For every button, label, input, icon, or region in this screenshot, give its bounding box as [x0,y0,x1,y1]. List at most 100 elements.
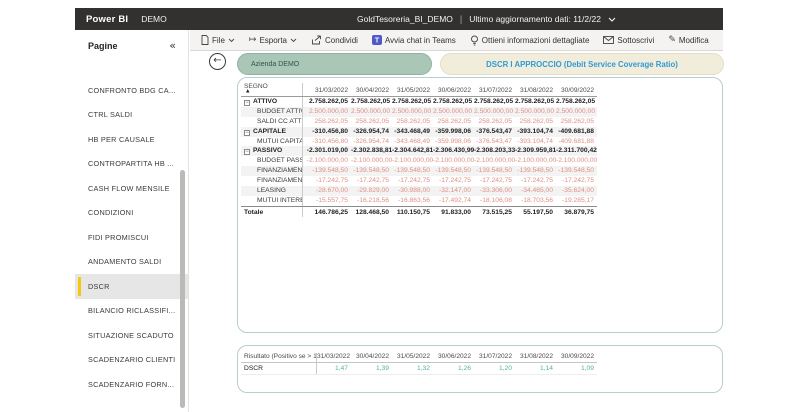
table-corner-header[interactable]: Risultato (Positivo se > 1) [241,353,317,362]
edit-button[interactable]: ✎ Modifica [661,30,715,50]
row-label-text: BUDGET ATTIVI [257,107,303,115]
row-label: − PASSIVO [241,146,303,157]
table-body: DSCR 1,47 1,39 1,32 1,26 1,20 1,14 1,09 [241,363,597,375]
cell-value: 1,26 [457,365,471,372]
workspace-name[interactable]: DEMO [141,14,167,24]
row-label: Totale [241,206,303,218]
column-header-date[interactable]: 31/08/2022 [515,87,556,96]
column-header-date[interactable]: 30/09/2022 [556,87,597,96]
column-header-date[interactable]: 31/05/2022 [392,353,433,362]
sidebar-item-fidi-promiscui[interactable]: FIDI PROMISCUI [75,225,188,250]
export-menu-button[interactable]: ↦ Esporta [242,30,304,50]
sidebar-item-condizioni[interactable]: CONDIZIONI [75,201,188,226]
column-header-date[interactable]: 30/06/2022 [433,353,474,362]
sidebar-item-scadenzario-forn[interactable]: SCADENZARIO FORN... [75,372,188,397]
cell-value: 2.500.000,00 [556,107,596,115]
cell-value: 2.758.262,05 [515,98,555,105]
row-label: BUDGET PASSIVI [241,156,303,167]
sidebar-item-label: CONDIZIONI [88,208,134,218]
sidebar-item-dscr[interactable]: DSCR [75,274,188,299]
row-label: BUDGET ATTIVI [241,106,303,117]
cell-value: 128.468,50 [355,208,389,216]
cell-value: -326.954,74 [353,127,389,135]
cell-value: -139.548,50 [476,167,512,175]
sidebar-item-label: ANDAMENTO SALDI [88,257,162,267]
selected-page-indicator [78,277,81,296]
svg-text:T: T [375,38,380,45]
column-header-date[interactable]: 31/03/2022 [303,87,351,96]
collapse-row-icon[interactable]: − [244,100,250,106]
cell-value: -310.456,80 [312,137,348,145]
file-menu-button[interactable]: File [194,30,242,50]
sidebar-item-confronto-bdg-ca[interactable]: CONFRONTO BDG CA... [75,78,188,103]
sidebar-item-contropartita-hb[interactable]: CONTROPARTITA HB ... [75,152,188,177]
cell-value: 2.758.262,05 [351,98,391,105]
table-row-totale: Totale 146.786,25 128.468,50 110.150,75 91.8… [241,205,597,218]
cell-value: -17.242,75 [357,177,389,185]
row-label-text: ATTIVO [253,98,278,105]
column-header-date[interactable]: 30/06/2022 [433,87,474,96]
table-row-mutui-interessi-spese: MUTUI INTERESSI+SPESE -15.557,75 -16.218,5… [241,195,597,206]
view-title-button[interactable]: DSCR I APPROCCIO (Debit Service Coverage… [440,53,724,75]
cell-value: 258.262,05 [355,117,389,125]
table-row-dscr: DSCR 1,47 1,39 1,32 1,26 1,20 1,14 1,09 [241,363,597,375]
share-button[interactable]: Condividi [304,30,365,50]
teams-chat-button[interactable]: T Avvia chat in Teams [365,30,463,50]
report-canvas: ← Azienda DEMO DSCR I APPROCCIO (Debit S… [190,52,724,412]
column-header-date[interactable]: 31/07/2022 [474,353,515,362]
cell-value: -17.242,75 [521,177,553,185]
back-button[interactable]: ← [209,53,226,70]
table-row-attivo: − ATTIVO 2.758.262,05 2.758.262,05 2.758.262… [241,97,597,107]
row-label-text: PASSIVO [253,147,283,155]
power-bi-logo[interactable]: Power BI [86,14,128,25]
report-title-group[interactable]: GoldTesoreria_BI_DEMO | Ultimo aggiornam… [357,8,616,30]
cell-value: -139.548,50 [517,167,553,175]
cell-value: -2.304.642,81 [392,147,433,155]
sidebar-item-hb-per-causale[interactable]: HB PER CAUSALE [75,127,188,152]
dscr-matrix-table: SEGNO ▲ 31/03/2022 30/04/2022 31/05/2022 30/0… [241,82,597,218]
column-header-date[interactable]: 30/04/2022 [351,353,392,362]
collapse-row-icon[interactable]: − [244,129,250,136]
column-header-date[interactable]: 30/09/2022 [556,353,597,362]
sidebar-item-situazione-scaduto[interactable]: SITUAZIONE SCADUTO [75,323,188,348]
column-header-date[interactable]: 31/03/2022 [317,353,351,362]
table-row-mutui-capitale: MUTUI CAPITALE -310.456,80 -326.954,74 -343… [241,136,597,147]
table-row-saldi-cc-attivi: SALDI CC ATTIVI 258.262,05 258.262,05 258.2… [241,116,597,127]
share-icon [311,35,322,45]
sidebar-item-label: CONTROPARTITA HB ... [88,159,175,169]
collapse-sidebar-icon[interactable]: « [169,39,176,52]
column-header-date[interactable]: 31/05/2022 [392,87,433,96]
row-label: FINANZIAMENTI [241,166,303,177]
company-filter-button[interactable]: Azienda DEMO [237,53,432,75]
collapse-row-icon[interactable]: − [244,149,250,156]
edit-label: Modifica [678,35,709,45]
insights-button[interactable]: Ottieni informazioni dettagliate [463,30,597,50]
table-corner-header[interactable]: SEGNO ▲ [241,83,303,96]
report-title: GoldTesoreria_BI_DEMO [357,14,453,24]
sidebar-scrollbar[interactable] [180,170,185,408]
export-icon: ↦ [248,34,257,45]
cell-value: -19.285,17 [562,196,594,204]
table-row-passivo: − PASSIVO -2.301.019,00 -2.302.838,81 -2.304… [241,146,597,157]
teams-icon: T [371,35,382,45]
column-header-date[interactable]: 31/08/2022 [515,353,556,362]
row-label-text: SALDI CC ATTIVI [257,117,302,125]
sidebar-item-ctrl-saldi[interactable]: CTRL SALDI [75,103,188,128]
cell-value: -16.218,56 [357,196,389,204]
subscribe-label: Sottoscrivi [617,35,655,45]
cell-value: -409.681,88 [558,137,594,145]
subscribe-button[interactable]: Sottoscrivi [596,30,661,50]
cell-value: -29.829,00 [357,187,389,195]
cell-value: 1,32 [416,365,430,372]
chevron-down-icon[interactable] [608,14,616,24]
table-row-budget-attivi: BUDGET ATTIVI 2.500.000,00 2.500.000,00 2.5… [241,106,597,117]
sidebar-item-scadenzario-clienti[interactable]: SCADENZARIO CLIENTI [75,348,188,373]
column-header-date[interactable]: 30/04/2022 [351,87,392,96]
cell-value: -343.468,49 [394,127,430,135]
sidebar-item-andamento-saldi[interactable]: ANDAMENTO SALDI [75,250,188,275]
table-row-budget-passivi: BUDGET PASSIVI-2.100.000,00-2.100.000,00… [241,156,597,167]
envelope-icon [603,36,615,44]
sidebar-item-cash-flow-mensile[interactable]: CASH FLOW MENSILE [75,176,188,201]
sidebar-item-bilancio-riclassifi[interactable]: BILANCIO RICLASSIFI... [75,299,188,324]
column-header-date[interactable]: 31/07/2022 [474,87,515,96]
